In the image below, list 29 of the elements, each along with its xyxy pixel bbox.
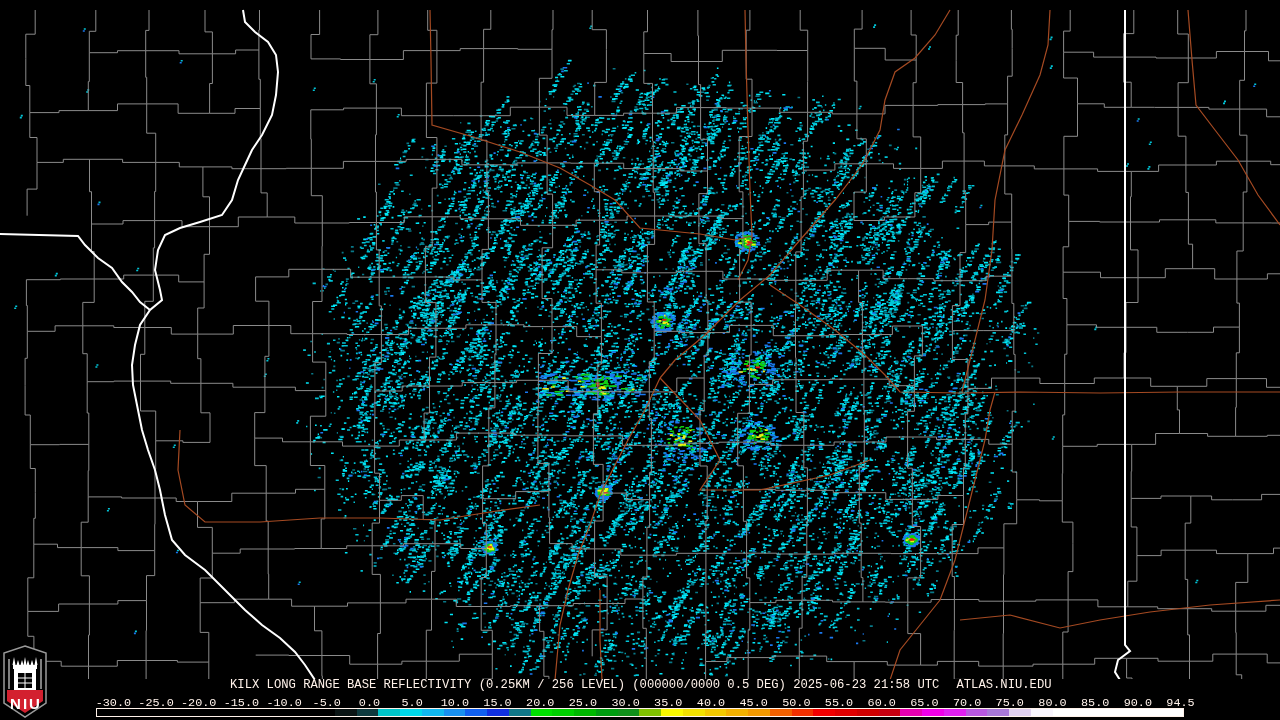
tick-label: 10.0 <box>440 698 469 708</box>
tick-label: 0.0 <box>358 698 381 708</box>
tick-label: 35.0 <box>654 698 683 708</box>
tick-label: 94.5 <box>1166 698 1195 708</box>
tick-label: 40.0 <box>696 698 726 708</box>
tick-label: 50.0 <box>782 698 811 708</box>
tick-label: -25.0 <box>138 698 174 708</box>
tick-label: 70.0 <box>952 698 982 708</box>
map-title: KILX LONG RANGE BASE REFLECTIVITY (0.25KM / 256 LEVEL) (000000/0000 0.5 DEG) 2025-06-23 21:58 UTC <box>230 679 940 692</box>
tick-label: -5.0 <box>312 698 341 708</box>
logo-text: NIU <box>9 696 43 711</box>
tick-label: 85.0 <box>1081 698 1110 708</box>
tick-label: 60.0 <box>867 698 896 708</box>
tick-label: 30.0 <box>611 698 640 708</box>
tick-label: -10.0 <box>266 698 302 708</box>
tick-label: -15.0 <box>223 698 260 708</box>
tick-label: 55.0 <box>824 698 854 708</box>
source-text: ATLAS.NIU.EDU <box>956 679 1052 692</box>
tick-label: 90.0 <box>1123 698 1152 708</box>
tick-label: -30.0 <box>95 698 132 708</box>
tick-label: 75.0 <box>995 698 1024 708</box>
tick-label: 45.0 <box>739 698 768 708</box>
tick-label: 5.0 <box>401 698 423 708</box>
tick-label: -20.0 <box>181 698 217 708</box>
tick-label: 25.0 <box>568 698 598 708</box>
tick-label: 15.0 <box>483 698 512 708</box>
tick-label: 65.0 <box>910 698 939 708</box>
tick-label: 80.0 <box>1038 698 1067 708</box>
tick-label: 20.0 <box>526 698 555 708</box>
